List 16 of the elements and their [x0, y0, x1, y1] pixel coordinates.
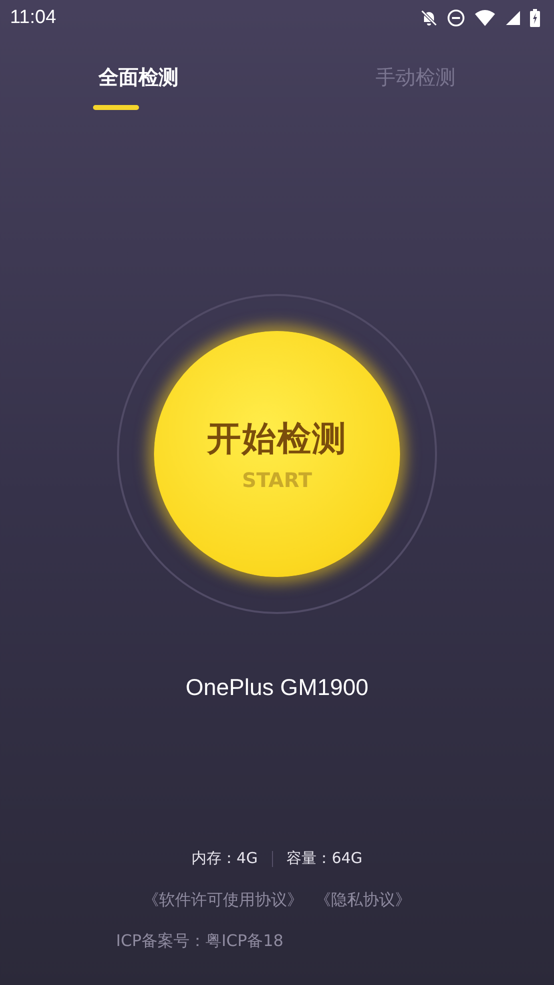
icp-text: ICP备案号：粤ICP备18	[116, 931, 284, 950]
tab[interactable]: 手动检测	[277, 60, 554, 95]
device-name: OnePlus GM1900	[186, 674, 368, 701]
tab-indicator	[92, 105, 138, 110]
do-not-disturb-icon	[447, 9, 465, 27]
status-time: 11:04	[10, 7, 56, 29]
agreement-link[interactable]: 《隐私协议》	[315, 890, 411, 911]
signal-icon	[505, 10, 521, 26]
battery-icon	[530, 9, 540, 27]
spec-text: 容量：64G	[286, 849, 362, 868]
agreement-link[interactable]: 《软件许可使用协议》	[143, 890, 303, 911]
start-button[interactable]: 开始检测 START	[154, 331, 400, 577]
spec-text: 内存：4G	[192, 849, 258, 868]
bell-off-icon	[420, 9, 438, 27]
wifi-icon	[474, 9, 496, 27]
tab[interactable]: 全面检测	[0, 60, 277, 95]
